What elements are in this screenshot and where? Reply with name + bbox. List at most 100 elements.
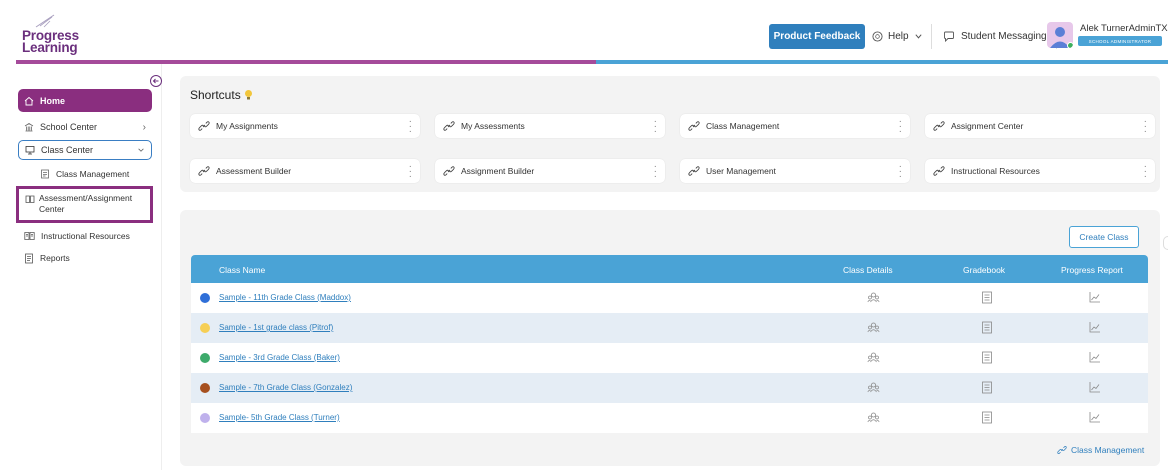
column-header-class-name[interactable]: Class Name	[219, 265, 265, 275]
link-icon	[1057, 446, 1067, 454]
more-options-icon[interactable]: · · ·	[654, 162, 657, 182]
sidebar-item-class-management[interactable]: Class Management	[40, 166, 129, 182]
arrow-left-icon	[152, 78, 159, 84]
gradebook-icon[interactable]	[981, 411, 993, 424]
more-options-icon[interactable]: · · ·	[1144, 117, 1147, 137]
class-color-dot	[200, 293, 210, 303]
sidebar-item-label: Assessment/Assignment Center	[39, 193, 132, 220]
shortcut-label: My Assignments	[216, 121, 278, 131]
sidebar-item-reports[interactable]: Reports	[18, 250, 70, 266]
product-feedback-button[interactable]: Product Feedback	[769, 24, 865, 49]
class-details-icon[interactable]	[867, 351, 880, 364]
table-header: Class Name Class Details Gradebook Progr…	[191, 255, 1148, 283]
shortcuts-panel: Shortcuts My Assignments · · · My Assessme…	[180, 76, 1160, 192]
chevron-down-icon	[138, 148, 144, 152]
sidebar-item-instructional-resources[interactable]: Instructional Resources	[18, 228, 130, 244]
gradebook-icon[interactable]	[981, 351, 993, 364]
home-icon	[24, 96, 34, 105]
more-options-icon[interactable]: · · ·	[899, 162, 902, 182]
sidebar-item-class-center[interactable]: Class Center	[18, 140, 152, 160]
gradebook-icon[interactable]	[981, 291, 993, 304]
footer-link-label: Class Management	[1071, 445, 1145, 455]
page-edge-handle[interactable]	[1163, 236, 1168, 250]
shortcut-label: Class Management	[706, 121, 780, 131]
class-details-icon[interactable]	[867, 291, 880, 304]
student-messaging-link[interactable]: Student Messaging	[943, 24, 1057, 49]
class-name-link[interactable]: Sample- 5th Grade Class (Turner)	[219, 413, 340, 422]
lightbulb-icon	[244, 90, 252, 100]
sidebar-item-label: School Center	[40, 122, 98, 132]
more-options-icon[interactable]: · · ·	[654, 117, 657, 137]
class-management-footer-link[interactable]: Class Management	[1057, 445, 1144, 455]
open-book-icon	[24, 232, 35, 240]
class-details-icon[interactable]	[867, 411, 880, 424]
shortcut-label: Assignment Center	[951, 121, 1024, 131]
collapse-sidebar-button[interactable]	[150, 75, 162, 87]
shortcut-instructional-resources[interactable]: Instructional Resources · · ·	[925, 159, 1155, 183]
sidebar-item-school-center[interactable]: School Center ›	[18, 118, 152, 136]
sidebar: Home School Center › Class Center Class …	[0, 64, 162, 470]
shortcut-my-assessments[interactable]: My Assessments · · ·	[435, 114, 665, 138]
class-name-link[interactable]: Sample - 1st grade class (Pitrof)	[219, 323, 333, 332]
class-details-icon[interactable]	[867, 321, 880, 334]
link-icon	[443, 166, 455, 176]
sidebar-item-home[interactable]: Home	[18, 89, 152, 112]
progress-learning-logo[interactable]: Progress Learning	[22, 14, 92, 54]
shortcut-assessment-builder[interactable]: Assessment Builder · · ·	[190, 159, 420, 183]
shortcut-my-assignments[interactable]: My Assignments · · ·	[190, 114, 420, 138]
chat-bubble-icon	[944, 31, 954, 42]
user-name[interactable]: Alek TurnerAdminTX	[1080, 23, 1168, 34]
link-icon	[933, 166, 945, 176]
help-menu[interactable]: Help	[872, 24, 932, 49]
chevron-right-icon: ›	[142, 121, 146, 133]
shortcut-class-management[interactable]: Class Management · · ·	[680, 114, 910, 138]
class-name-link[interactable]: Sample - 11th Grade Class (Maddox)	[219, 293, 351, 302]
progress-report-icon[interactable]	[1089, 351, 1101, 363]
link-icon	[688, 121, 700, 131]
class-name-link[interactable]: Sample - 3rd Grade Class (Baker)	[219, 353, 340, 362]
progress-report-icon[interactable]	[1089, 381, 1101, 393]
table-row: Sample - 3rd Grade Class (Baker)	[191, 343, 1148, 373]
class-color-dot	[200, 323, 210, 333]
gradebook-icon[interactable]	[981, 321, 993, 334]
app-page: Progress Learning Product Feedback Help …	[0, 0, 1168, 470]
online-status-dot	[1067, 42, 1073, 48]
progress-report-icon[interactable]	[1089, 291, 1101, 303]
classes-panel: Create Class Class Name Class Details Gr…	[180, 210, 1160, 466]
more-options-icon[interactable]: · · ·	[899, 117, 902, 137]
gradebook-icon[interactable]	[981, 381, 993, 394]
column-header-gradebook: Gradebook	[963, 265, 1006, 275]
link-icon	[198, 166, 210, 176]
help-circle-icon	[872, 31, 883, 42]
shortcuts-title: Shortcuts	[190, 88, 253, 102]
link-icon	[443, 121, 455, 131]
sidebar-item-label: Class Management	[56, 169, 130, 179]
monitor-icon	[25, 146, 35, 155]
class-details-icon[interactable]	[867, 381, 880, 394]
link-icon	[198, 121, 210, 131]
more-options-icon[interactable]: · · ·	[1144, 162, 1147, 182]
student-messaging-label: Student Messaging	[961, 31, 1047, 42]
sidebar-item-label-line2: Center	[39, 204, 65, 214]
more-options-icon[interactable]: · · ·	[409, 117, 412, 137]
shortcut-assignment-center[interactable]: Assignment Center · · ·	[925, 114, 1155, 138]
class-name-link[interactable]: Sample - 7th Grade Class (Gonzalez)	[219, 383, 352, 392]
header-accent-blue	[596, 60, 1168, 64]
class-color-dot	[200, 353, 210, 363]
more-options-icon[interactable]: · · ·	[409, 162, 412, 182]
progress-report-icon[interactable]	[1089, 321, 1101, 333]
shortcut-assignment-builder[interactable]: Assignment Builder · · ·	[435, 159, 665, 183]
avatar[interactable]	[1047, 22, 1073, 48]
link-icon	[933, 121, 945, 131]
shortcut-label: Assignment Builder	[461, 166, 535, 176]
logo-text-line2: Learning	[22, 40, 78, 55]
report-document-icon	[25, 253, 33, 263]
classes-table: Class Name Class Details Gradebook Progr…	[191, 255, 1148, 433]
link-icon	[688, 166, 700, 176]
logo-mark-icon	[35, 14, 55, 28]
progress-report-icon[interactable]	[1089, 411, 1101, 423]
help-label: Help	[888, 31, 909, 42]
create-class-button[interactable]: Create Class	[1069, 226, 1139, 248]
shortcut-user-management[interactable]: User Management · · ·	[680, 159, 910, 183]
sidebar-item-assessment-assignment-center[interactable]: Assessment/Assignment Center	[16, 186, 153, 223]
